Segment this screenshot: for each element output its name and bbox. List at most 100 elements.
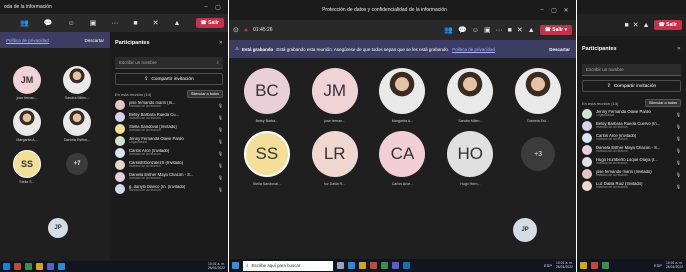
participant-row[interactable]: Carlos Arce (Invitado) Invitado de la reu…: [582, 132, 681, 144]
participant-row[interactable]: jose fernando marin (In... Invitado de la…: [115, 99, 223, 111]
more-icon[interactable]: ···: [111, 20, 118, 27]
taskbar-search[interactable]: ⌕ Escribe aquí para buscar: [243, 260, 333, 271]
taskbar-app-icon[interactable]: [403, 262, 410, 269]
people-icon[interactable]: 👥: [444, 26, 453, 34]
participant-row[interactable]: Betsy Barbara Rueda Cu... Invitado de la …: [115, 111, 223, 123]
participant-row[interactable]: Betsy Barbara Rueda Cuervo (In... Invitad…: [582, 120, 681, 132]
search-input[interactable]: Escribir un nombre: [582, 64, 681, 76]
taskbar-app-icon[interactable]: [348, 262, 355, 269]
privacy-link[interactable]: Política de privacidad: [452, 47, 495, 52]
avatar: CA: [379, 131, 426, 177]
taskbar-app-icon[interactable]: [370, 262, 377, 269]
participant-row[interactable]: g. danylo blanco (In. (Invitado) Invitado…: [115, 183, 223, 195]
dismiss-banner-button[interactable]: Descartar: [84, 38, 104, 43]
tile-name: Hugo Hern...: [460, 182, 481, 186]
overflow-tile[interactable]: +3: [507, 131, 569, 186]
section-label[interactable]: En esta reunión (14): [115, 92, 151, 97]
taskbar-app-icon[interactable]: [359, 262, 366, 269]
participant-tile[interactable]: Daniela Est...: [507, 68, 569, 123]
section-label[interactable]: En esta reunión (13): [582, 101, 618, 106]
minimize-icon[interactable]: –: [200, 4, 212, 10]
mic-icon[interactable]: ✕: [153, 19, 159, 27]
taskbar-clock[interactable]: 10:01 a. m. 26/01/2022: [666, 261, 683, 269]
participant-row[interactable]: Daniela Esther Maya Chacon - S... Invitad…: [582, 144, 681, 156]
participant-tile[interactable]: Daniela Esther...: [60, 108, 94, 142]
maximize-icon[interactable]: ▢: [548, 7, 560, 14]
participant-tile[interactable]: CA Carlos Arce...: [371, 131, 433, 186]
close-window-icon[interactable]: ✕: [560, 7, 572, 14]
right-meeting-toolbar: ■ ✕ ▲ ☎ Salir: [577, 14, 686, 36]
close-icon[interactable]: ✕: [219, 40, 223, 46]
taskbar-clock[interactable]: 10:01 a. m. 26/01/2022: [556, 261, 573, 269]
participant-row[interactable]: Jenny Fernanda Olave Pardo Organizador 🎙: [582, 108, 681, 120]
leave-button[interactable]: ☎ Salir: [195, 18, 224, 28]
react-icon[interactable]: ☺: [472, 27, 479, 34]
close-icon[interactable]: ✕: [677, 46, 681, 52]
chat-icon[interactable]: 💬: [458, 26, 467, 34]
rooms-icon[interactable]: ▣: [90, 19, 97, 27]
participant-row[interactable]: Luz Dalila Ruiz (Invitado) Invitado de la…: [582, 180, 681, 192]
participant-tile[interactable]: HO Hugo Hern...: [439, 131, 501, 186]
participant-row[interactable]: Carlos Arce (Invitado) Invitado de la reu…: [115, 147, 223, 159]
share-invite-button[interactable]: ⇪ Compartir invitación: [115, 73, 223, 85]
privacy-link[interactable]: Política de privacidad: [6, 38, 49, 43]
participant-tile[interactable]: JM jose fernan...: [10, 66, 44, 100]
participant-row[interactable]: Hugo Humberto Luque Olaya (I... Invitado …: [582, 156, 681, 168]
camera-icon[interactable]: ■: [624, 22, 628, 29]
leave-button[interactable]: ☎ Salir ▾: [539, 25, 572, 35]
participant-tile[interactable]: Margarita A...: [371, 68, 433, 123]
participant-tile[interactable]: LR luz Dalila R...: [304, 131, 366, 186]
participant-tile[interactable]: BC Betsy Bárba...: [236, 68, 298, 123]
participant-row[interactable]: Jenny Fernanda Olave Pardo Organizador 🎙: [115, 135, 223, 147]
taskbar-app-icon[interactable]: [392, 262, 399, 269]
taskbar-app-icon[interactable]: [58, 263, 65, 270]
camera-icon[interactable]: ■: [508, 27, 512, 34]
mute-all-button[interactable]: Silenciar a todos: [186, 90, 223, 98]
minimize-icon[interactable]: –: [536, 7, 548, 13]
language-indicator[interactable]: ESP: [654, 263, 662, 268]
share-icon[interactable]: ▲: [174, 20, 181, 27]
taskbar-app-icon[interactable]: [381, 262, 388, 269]
participant-tile[interactable]: Sandra Milen...: [439, 68, 501, 123]
language-indicator[interactable]: ESP: [544, 263, 552, 268]
taskbar-app-icon[interactable]: [47, 263, 54, 270]
participant-tile[interactable]: SS Stella S...: [10, 150, 44, 184]
rooms-icon[interactable]: ▣: [484, 26, 491, 34]
react-icon[interactable]: ☺: [68, 20, 75, 27]
dismiss-banner-button[interactable]: Descartar: [549, 47, 570, 52]
people-icon[interactable]: 👥: [20, 19, 29, 27]
taskbar-app-icon[interactable]: [602, 262, 609, 269]
participant-tile[interactable]: Margarita A...: [10, 108, 44, 142]
overflow-tile[interactable]: +7: [60, 150, 94, 184]
participant-row[interactable]: Daniela Esther Maya Chacon - S... Invitad…: [115, 171, 223, 183]
share-invite-button[interactable]: ⇪ Compartir invitación: [582, 80, 681, 92]
task-view-icon[interactable]: [337, 262, 344, 269]
camera-icon[interactable]: ■: [133, 20, 137, 27]
mute-all-button[interactable]: Silenciar a todos: [644, 99, 681, 107]
taskbar-app-icon[interactable]: [580, 262, 587, 269]
mic-icon[interactable]: ✕: [517, 26, 523, 34]
participant-role: Invitado de la reunión: [129, 153, 161, 157]
mic-icon[interactable]: ✕: [633, 21, 639, 29]
share-icon[interactable]: ▲: [643, 22, 650, 29]
leave-button[interactable]: ☎ Salir: [653, 20, 682, 30]
start-icon[interactable]: [232, 262, 239, 269]
participant-tile[interactable]: SS Stella Sandoval...: [236, 131, 298, 186]
participant-row[interactable]: Stella Sandoval (Invitado) Invitado de la…: [115, 123, 223, 135]
participant-row[interactable]: CarlosEGonzalezS (Invitado) Invitado de l…: [115, 159, 223, 171]
start-icon[interactable]: [3, 263, 10, 270]
participant-role: Invitado de la reunión: [129, 105, 161, 109]
participant-tile[interactable]: JM jose fernan...: [304, 68, 366, 123]
chat-icon[interactable]: 💬: [44, 19, 53, 27]
maximize-icon[interactable]: ▢: [212, 4, 224, 11]
taskbar-clock[interactable]: 10:01 a. m. 26/01/2022: [208, 262, 225, 270]
share-icon[interactable]: ▲: [528, 27, 535, 34]
taskbar-app-icon[interactable]: [591, 262, 598, 269]
search-input[interactable]: Escribir un nombre ⌕: [115, 57, 223, 69]
taskbar-app-icon[interactable]: [36, 263, 43, 270]
taskbar-app-icon[interactable]: [14, 263, 21, 270]
participant-row[interactable]: jose fernando marin (Invitado) Invitado d…: [582, 168, 681, 180]
more-icon[interactable]: ···: [496, 27, 503, 34]
participant-tile[interactable]: Sandra Milen...: [60, 66, 94, 100]
taskbar-app-icon[interactable]: [25, 263, 32, 270]
